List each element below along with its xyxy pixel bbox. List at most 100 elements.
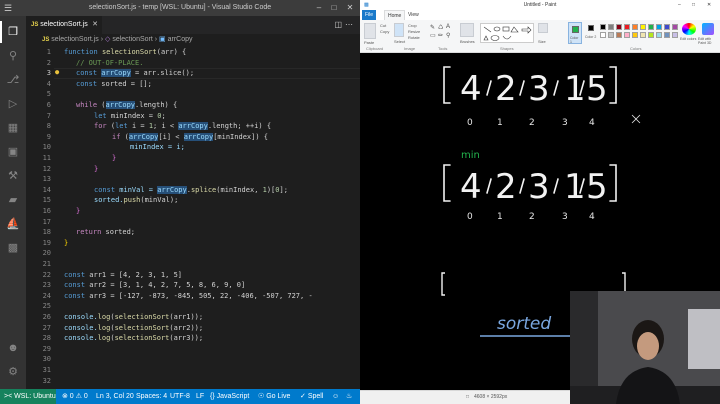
brushes-button[interactable] [460,23,474,37]
code-line: 32 [26,376,360,387]
view-tab[interactable]: View [408,10,419,20]
copy-button[interactable]: Copy [380,29,389,34]
star-shape-icon [483,35,489,41]
book-icon[interactable]: ▰ [6,193,20,207]
left-bracket [443,164,451,202]
line-number: 10 [42,143,51,152]
go-live-button[interactable]: ☉ Go Live [258,389,290,404]
extensions-icon[interactable]: ▦ [6,121,20,135]
breadcrumb-function[interactable]: selectionSort [112,36,152,43]
minimize-icon[interactable]: – [312,0,326,16]
palette-swatch[interactable] [632,24,638,30]
tab-selectionsort[interactable]: JS selectionSort.js ✕ [26,16,102,34]
select-button[interactable] [394,23,404,37]
eraser-icon[interactable]: ▭ [430,32,436,39]
digit: 5 [586,167,608,207]
palette-swatch[interactable] [608,32,614,38]
palette-swatch[interactable] [600,24,606,30]
explorer-icon[interactable]: ❐ [6,25,20,39]
search-icon[interactable]: ⚲ [6,49,20,63]
color-palette[interactable] [600,24,680,42]
line-number: 4 [46,79,51,88]
fill-icon[interactable]: ♺ [438,24,443,31]
palette-swatch[interactable] [672,32,678,38]
palette-swatch[interactable] [616,32,622,38]
magnifier-icon[interactable]: ⚲ [446,32,450,39]
paint3d-icon[interactable] [702,23,714,35]
palette-swatch[interactable] [640,32,646,38]
crop-button[interactable]: Crop [408,23,417,28]
token: ]; [279,185,288,194]
indentation[interactable]: Spaces: 4 [136,389,167,404]
breadcrumb-file[interactable]: selectionSort.js [51,36,98,43]
cursor-position[interactable]: Ln 3, Col 20 [96,389,134,404]
bookmark-icon[interactable]: ▩ [6,241,20,255]
remote-explorer-icon[interactable]: ▣ [6,145,20,159]
source-control-icon[interactable]: ⎇ [6,73,20,87]
palette-swatch[interactable] [664,32,670,38]
palette-swatch[interactable] [648,24,654,30]
resize-button[interactable]: Resize [408,29,420,34]
notifications-bell-icon[interactable]: ♨ [346,389,352,404]
account-icon[interactable]: ☻ [6,341,20,355]
split-editor-icon[interactable]: ◫ [334,20,345,29]
feedback-icon[interactable]: ☺ [332,389,339,404]
color2-button[interactable]: Color 2 [585,22,597,44]
palette-swatch[interactable] [624,24,630,30]
palette-swatch[interactable] [648,32,654,38]
token: function [64,48,98,56]
code-editor[interactable]: ● 1 function selectionSort(arr) { 2// OUT… [26,47,360,389]
color-picker-icon[interactable]: ✏ [438,32,443,39]
palette-swatch[interactable] [624,32,630,38]
index: 3 [562,118,568,128]
pencil-icon[interactable]: ✎ [430,24,435,31]
docker-icon[interactable]: ⛵ [6,217,20,231]
token: ; [161,111,166,120]
palette-swatch[interactable] [672,24,678,30]
file-tab[interactable]: File [362,10,376,20]
palette-swatch[interactable] [640,24,646,30]
palette-swatch[interactable] [656,24,662,30]
token: arrCopy [105,101,136,109]
close-icon[interactable]: ✕ [343,0,357,16]
rotate-button[interactable]: Rotate [408,35,420,40]
token: arrCopy [101,69,131,78]
paste-button[interactable] [364,23,376,39]
size-button[interactable] [538,23,548,33]
edit-colors-icon[interactable] [682,23,696,35]
digit: 2 [495,69,517,109]
spell-indicator[interactable]: ✓ Spell [300,389,323,404]
maximize-icon[interactable]: □ [692,0,695,10]
shapes-gallery[interactable] [480,23,534,43]
more-actions-icon[interactable]: ⋯ [345,20,356,29]
size-label: Size [538,39,546,44]
run-debug-icon[interactable]: ▷ [6,97,20,111]
edit-paint3d-label: Edit with Paint 3D [698,37,712,45]
palette-swatch[interactable] [656,32,662,38]
text-icon[interactable]: A [446,24,450,30]
palette-swatch[interactable] [632,32,638,38]
palette-swatch[interactable] [664,24,670,30]
settings-gear-icon[interactable]: ⚙ [6,365,20,379]
token: ( [106,122,116,131]
close-icon[interactable]: ✕ [707,0,711,10]
palette-swatch[interactable] [608,24,614,30]
color1-button[interactable]: Color 1 [568,22,582,44]
home-tab[interactable]: Home [384,10,406,20]
maximize-icon[interactable]: □ [327,0,341,16]
minimize-icon[interactable]: – [678,0,681,10]
eol[interactable]: LF [196,389,204,404]
flask-icon[interactable]: ⚒ [6,169,20,183]
right-bracket [609,66,617,104]
tab-close-icon[interactable]: ✕ [92,16,98,34]
palette-swatch[interactable] [616,24,622,30]
problems-indicator[interactable]: ⊗ 0 ⚠ 0 [62,389,88,404]
encoding[interactable]: UTF-8 [170,389,190,404]
cut-button[interactable]: Cut [380,23,386,28]
token: } [112,154,117,162]
palette-swatch[interactable] [600,32,606,38]
language-mode[interactable]: {} JavaScript [210,389,249,404]
breadcrumb-variable[interactable]: arrCopy [168,36,193,43]
code-line: 10 minIndex = i; [26,142,360,153]
remote-indicator[interactable]: >< WSL: Ubuntu [0,389,56,404]
